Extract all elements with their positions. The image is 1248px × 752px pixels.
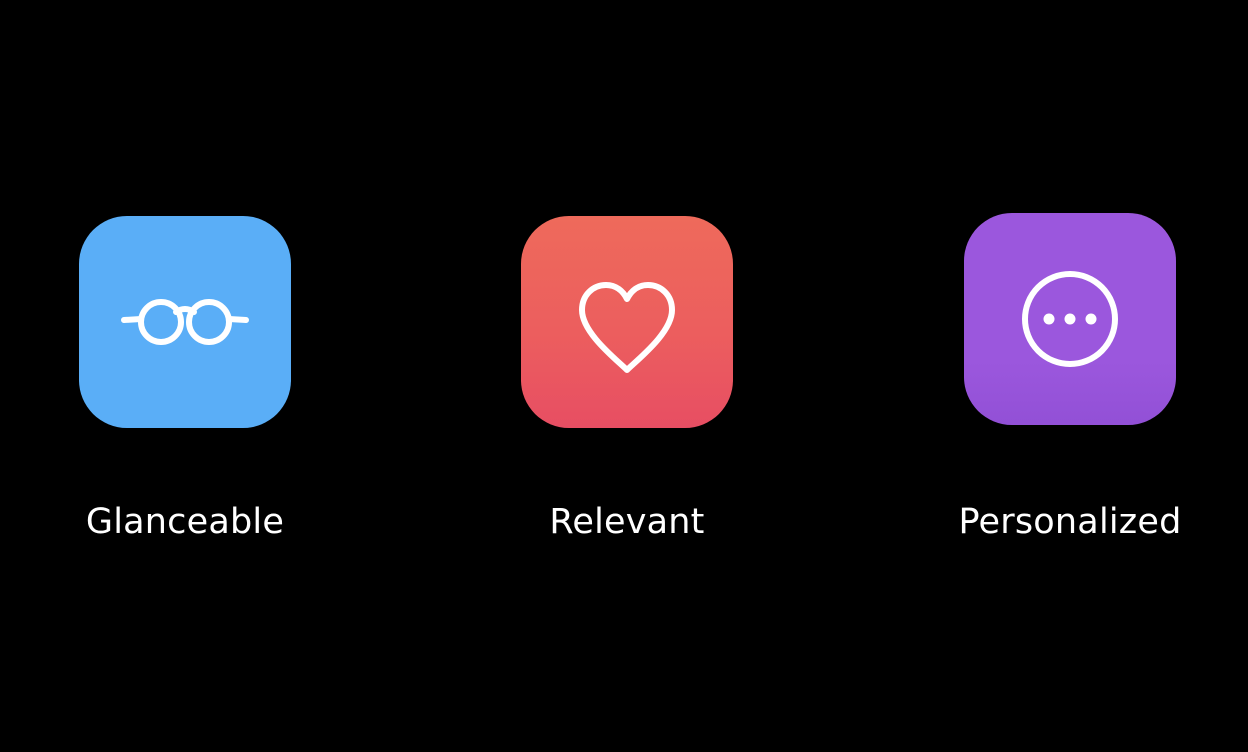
glanceable-tile — [79, 216, 291, 428]
personalized-tile — [964, 213, 1176, 425]
ellipsis-circle-icon — [1022, 271, 1118, 367]
feature-personalized: Personalized — [900, 0, 1240, 752]
personalized-label: Personalized — [958, 502, 1182, 542]
feature-relevant: Relevant — [457, 0, 797, 752]
glanceable-label: Glanceable — [85, 502, 285, 542]
heart-icon — [579, 282, 675, 373]
glasses-icon — [121, 299, 249, 345]
feature-glanceable: Glanceable — [15, 0, 355, 752]
relevant-tile — [521, 216, 733, 428]
relevant-label: Relevant — [549, 502, 705, 542]
